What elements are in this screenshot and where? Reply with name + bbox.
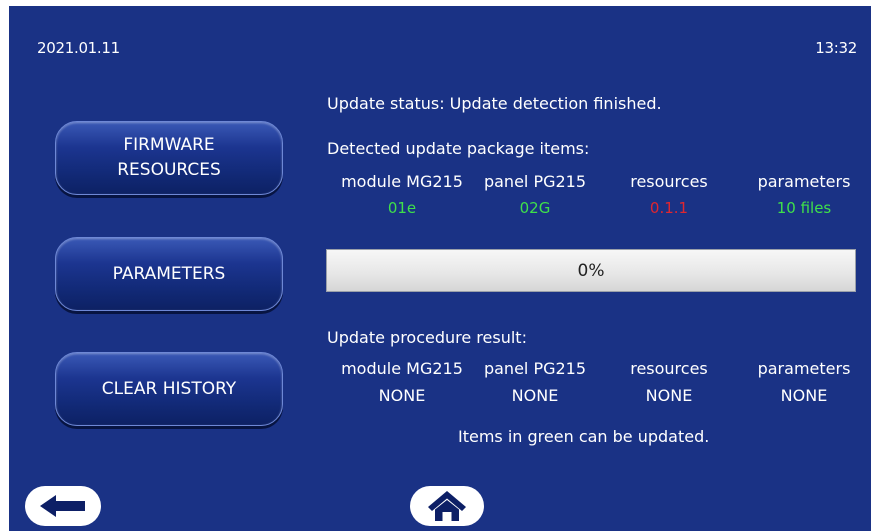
home-icon bbox=[428, 491, 466, 521]
firmware-button-label-line2: RESOURCES bbox=[117, 160, 221, 180]
progress-percent-label: 0% bbox=[577, 260, 605, 281]
result-value-panel: NONE bbox=[511, 386, 559, 405]
update-hint-text: Items in green can be updated. bbox=[458, 427, 710, 446]
detected-value-parameters: 10 files bbox=[776, 199, 832, 217]
clear-history-button[interactable]: CLEAR HISTORY bbox=[55, 352, 283, 426]
detected-value-resources: 0.1.1 bbox=[649, 199, 689, 217]
update-progress-bar: 0% bbox=[326, 249, 856, 292]
result-title: Update procedure result: bbox=[327, 328, 527, 347]
parameters-button-label: PARAMETERS bbox=[112, 263, 226, 284]
parameters-button[interactable]: PARAMETERS bbox=[55, 237, 283, 311]
result-label-module: module MG215 bbox=[341, 359, 463, 378]
detected-label-module: module MG215 bbox=[341, 172, 463, 191]
detected-items-title: Detected update package items: bbox=[327, 139, 590, 158]
arrow-left-icon bbox=[40, 495, 85, 517]
detected-value-module: 01e bbox=[387, 199, 417, 217]
result-label-resources: resources bbox=[630, 359, 708, 378]
result-label-parameters: parameters bbox=[757, 359, 851, 378]
result-label-panel: panel PG215 bbox=[483, 359, 587, 378]
back-button[interactable] bbox=[25, 486, 101, 526]
update-screen: 2021.01.11 13:32 FIRMWARE RESOURCES PARA… bbox=[9, 6, 871, 531]
result-value-module: NONE bbox=[378, 386, 426, 405]
time-display: 13:32 bbox=[815, 39, 857, 57]
home-button[interactable] bbox=[410, 486, 484, 526]
clear-history-button-label: CLEAR HISTORY bbox=[101, 378, 237, 399]
update-status-text: Update status: Update detection finished… bbox=[327, 94, 662, 113]
detected-label-parameters: parameters bbox=[757, 172, 851, 191]
firmware-button-label-line1: FIRMWARE bbox=[123, 135, 215, 155]
result-value-resources: NONE bbox=[645, 386, 693, 405]
detected-label-resources: resources bbox=[630, 172, 708, 191]
result-value-parameters: NONE bbox=[780, 386, 828, 405]
detected-value-panel: 02G bbox=[519, 199, 551, 217]
date-display: 2021.01.11 bbox=[37, 39, 120, 57]
detected-label-panel: panel PG215 bbox=[483, 172, 587, 191]
firmware-resources-button[interactable]: FIRMWARE RESOURCES bbox=[55, 121, 283, 195]
